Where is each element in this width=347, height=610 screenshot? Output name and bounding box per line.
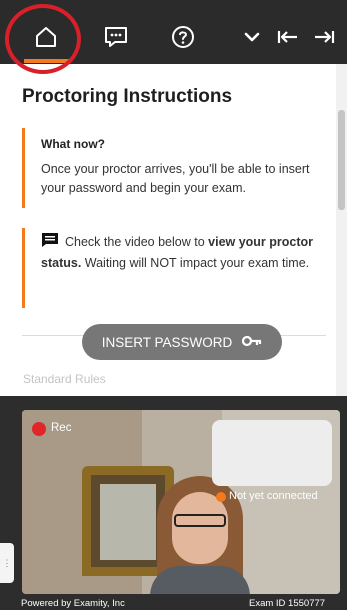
proctor-status-text: Check the video below to view your proct… [41, 232, 328, 273]
help-icon [171, 25, 195, 49]
minimize-button[interactable] [240, 22, 264, 52]
key-icon [242, 335, 262, 350]
active-tab-indicator [24, 59, 71, 63]
insert-password-label: INSERT PASSWORD [101, 334, 233, 350]
standard-rules-heading: Standard Rules [23, 372, 106, 386]
proctor-video-placeholder [212, 420, 332, 486]
home-icon [34, 26, 58, 48]
status-text-end: Waiting will NOT impact your exam time. [81, 256, 310, 270]
expand-right-icon [312, 29, 336, 45]
what-now-heading: What now? [41, 137, 105, 151]
home-button[interactable] [24, 22, 68, 52]
status-text-intro: Check the video below to [65, 235, 209, 249]
side-drawer-tab[interactable]: ⋮ [0, 543, 14, 583]
chat-icon [103, 25, 129, 49]
exam-id-label: Exam ID 1550777 [249, 598, 326, 609]
drawer-dots-icon: ⋮ [2, 557, 12, 568]
recording-indicator-dot [32, 422, 46, 436]
video-person-body [150, 566, 250, 594]
video-person-face [172, 492, 228, 564]
what-now-card: What now? Once your proctor arrives, you… [22, 128, 328, 208]
connection-status-label: Not yet connected [229, 490, 318, 502]
message-icon [41, 232, 59, 254]
dock-right-button[interactable] [310, 22, 338, 52]
powered-by-label: Powered by Examity, Inc [21, 598, 125, 609]
video-mirror-glass [100, 484, 156, 560]
chat-button[interactable] [98, 22, 134, 52]
dock-left-button[interactable] [274, 22, 302, 52]
chevron-down-icon [243, 30, 261, 44]
video-person-glasses [174, 514, 226, 527]
collapse-left-icon [276, 29, 300, 45]
scrollbar-thumb[interactable] [338, 110, 345, 210]
proctor-status-card: Check the video below to view your proct… [22, 228, 328, 308]
insert-password-button[interactable]: INSERT PASSWORD [82, 324, 282, 360]
what-now-body: Once your proctor arrives, you'll be abl… [41, 162, 310, 195]
recording-label: Rec [51, 422, 72, 434]
help-button[interactable] [166, 22, 200, 52]
page-title: Proctoring Instructions [22, 86, 233, 107]
connection-status-dot [216, 492, 226, 502]
